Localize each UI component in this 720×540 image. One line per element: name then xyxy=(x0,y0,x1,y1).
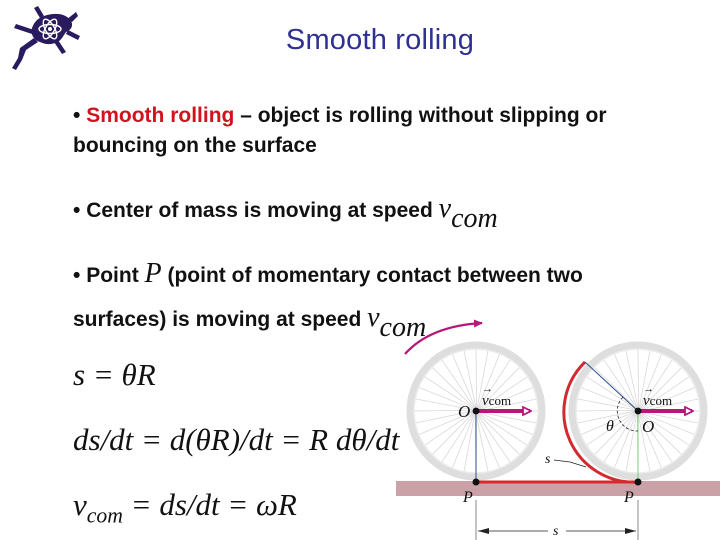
wheel-spoke xyxy=(625,350,639,408)
wheel-spoke xyxy=(479,411,537,424)
wheel-spoke xyxy=(463,414,476,472)
vcom-sub: com xyxy=(650,393,672,408)
label-arc-s: s xyxy=(545,452,551,467)
wheel-spoke xyxy=(577,398,635,411)
rolling-wheel-diagram: O O P P θ → vcom → vcom s s xyxy=(396,319,720,540)
label-o-right: O xyxy=(642,417,654,436)
label-p-right: P xyxy=(623,489,634,506)
vcom-label-left: vcom xyxy=(482,393,511,409)
arc-leader-line xyxy=(553,459,587,468)
label-o-left: O xyxy=(458,402,470,421)
wheel-spoke xyxy=(593,366,636,409)
wheel-spoke xyxy=(475,414,489,472)
wheel-spoke xyxy=(478,413,521,456)
center-point-left xyxy=(472,407,480,415)
vcom-label-right: vcom xyxy=(643,393,672,409)
wheel-spoke xyxy=(575,410,635,412)
vcom-sub: com xyxy=(489,393,511,408)
label-distance-s: s xyxy=(553,524,559,539)
label-theta: θ xyxy=(606,418,614,435)
contact-point-left xyxy=(472,478,480,486)
wheel-spoke xyxy=(593,413,636,456)
contact-point-right xyxy=(634,478,642,486)
label-p-left: P xyxy=(462,489,473,506)
center-point-right xyxy=(634,407,642,415)
wheel-spoke xyxy=(625,414,638,472)
wheel-spoke xyxy=(475,348,477,408)
wheel-spoke xyxy=(637,348,639,408)
wheel-spoke xyxy=(463,350,477,408)
